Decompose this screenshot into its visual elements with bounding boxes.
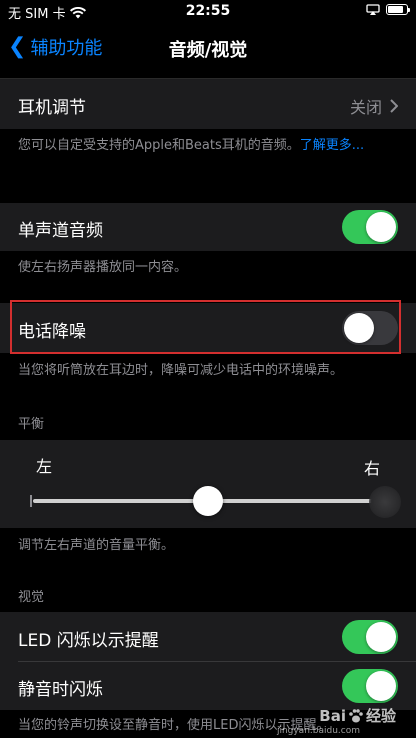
page-title: 音频/视觉 — [168, 40, 248, 61]
highlight-annotation-box — [10, 300, 401, 354]
mono-audio-toggle[interactable] — [342, 210, 398, 244]
headphone-footer-text: 您可以自定受支持的Apple和Beats耳机的音频。 — [18, 138, 300, 153]
audio-visual-settings-screen: 无 SIM 卡 22:55 ❮ 辅助功能 音频/视觉 耳机调节 关闭 您可以自定… — [0, 0, 416, 738]
headphone-accommodations-label: 耳机调节 — [18, 98, 86, 118]
status-time: 22:55 — [185, 3, 231, 19]
battery-icon — [386, 4, 410, 15]
watermark-brand: Bai — [319, 706, 346, 725]
mono-audio-footer: 使左右扬声器播放同一内容。 — [18, 260, 188, 275]
silent-flash-toggle[interactable] — [342, 669, 398, 703]
mono-audio-label: 单声道音频 — [18, 221, 103, 241]
status-bar: 无 SIM 卡 22:55 — [0, 0, 416, 24]
balance-section-header: 平衡 — [18, 417, 45, 432]
toggle-knob — [366, 622, 396, 652]
watermark-brand-suffix: 经验 — [365, 707, 396, 725]
balance-footer: 调节左右声道的音量平衡。 — [18, 538, 175, 553]
headphone-accommodations-row[interactable]: 耳机调节 关闭 — [0, 79, 416, 129]
toggle-knob — [366, 671, 396, 701]
visual-section-header: 视觉 — [18, 590, 45, 605]
slider-touch-indicator — [369, 486, 401, 518]
chevron-right-icon — [390, 99, 398, 113]
learn-more-link[interactable]: 了解更多... — [300, 138, 364, 153]
headphone-accommodations-value: 关闭 — [349, 98, 382, 117]
row-separator — [18, 661, 416, 662]
watermark-url: jingyan.baidu.com — [276, 726, 360, 736]
headphone-footer: 您可以自定受支持的Apple和Beats耳机的音频。了解更多... — [18, 136, 396, 156]
status-right — [366, 4, 410, 15]
toggle-knob — [366, 212, 396, 242]
balance-left-label: 左 — [36, 457, 53, 476]
headphone-accommodations-detail: 关闭 — [350, 94, 398, 118]
slider-left-tick — [30, 495, 32, 507]
balance-slider-thumb[interactable] — [193, 486, 223, 516]
silent-flash-label: 静音时闪烁 — [18, 680, 103, 700]
mono-audio-row: 单声道音频 — [0, 203, 416, 251]
visual-group: LED 闪烁以示提醒 静音时闪烁 — [0, 612, 416, 710]
balance-right-label: 右 — [363, 459, 380, 478]
led-flash-toggle[interactable] — [342, 620, 398, 654]
phone-noise-footer: 当您将听筒放在耳边时，降噪可减少电话中的环境噪声。 — [18, 363, 344, 378]
screen-mirror-icon — [366, 4, 380, 15]
baidu-jingyan-watermark: Bai 经验 — [319, 705, 396, 726]
paw-icon — [349, 708, 363, 722]
battery-fill — [388, 6, 403, 13]
led-flash-label: LED 闪烁以示提醒 — [18, 631, 159, 651]
navigation-bar: ❮ 辅助功能 音频/视觉 — [0, 24, 416, 68]
